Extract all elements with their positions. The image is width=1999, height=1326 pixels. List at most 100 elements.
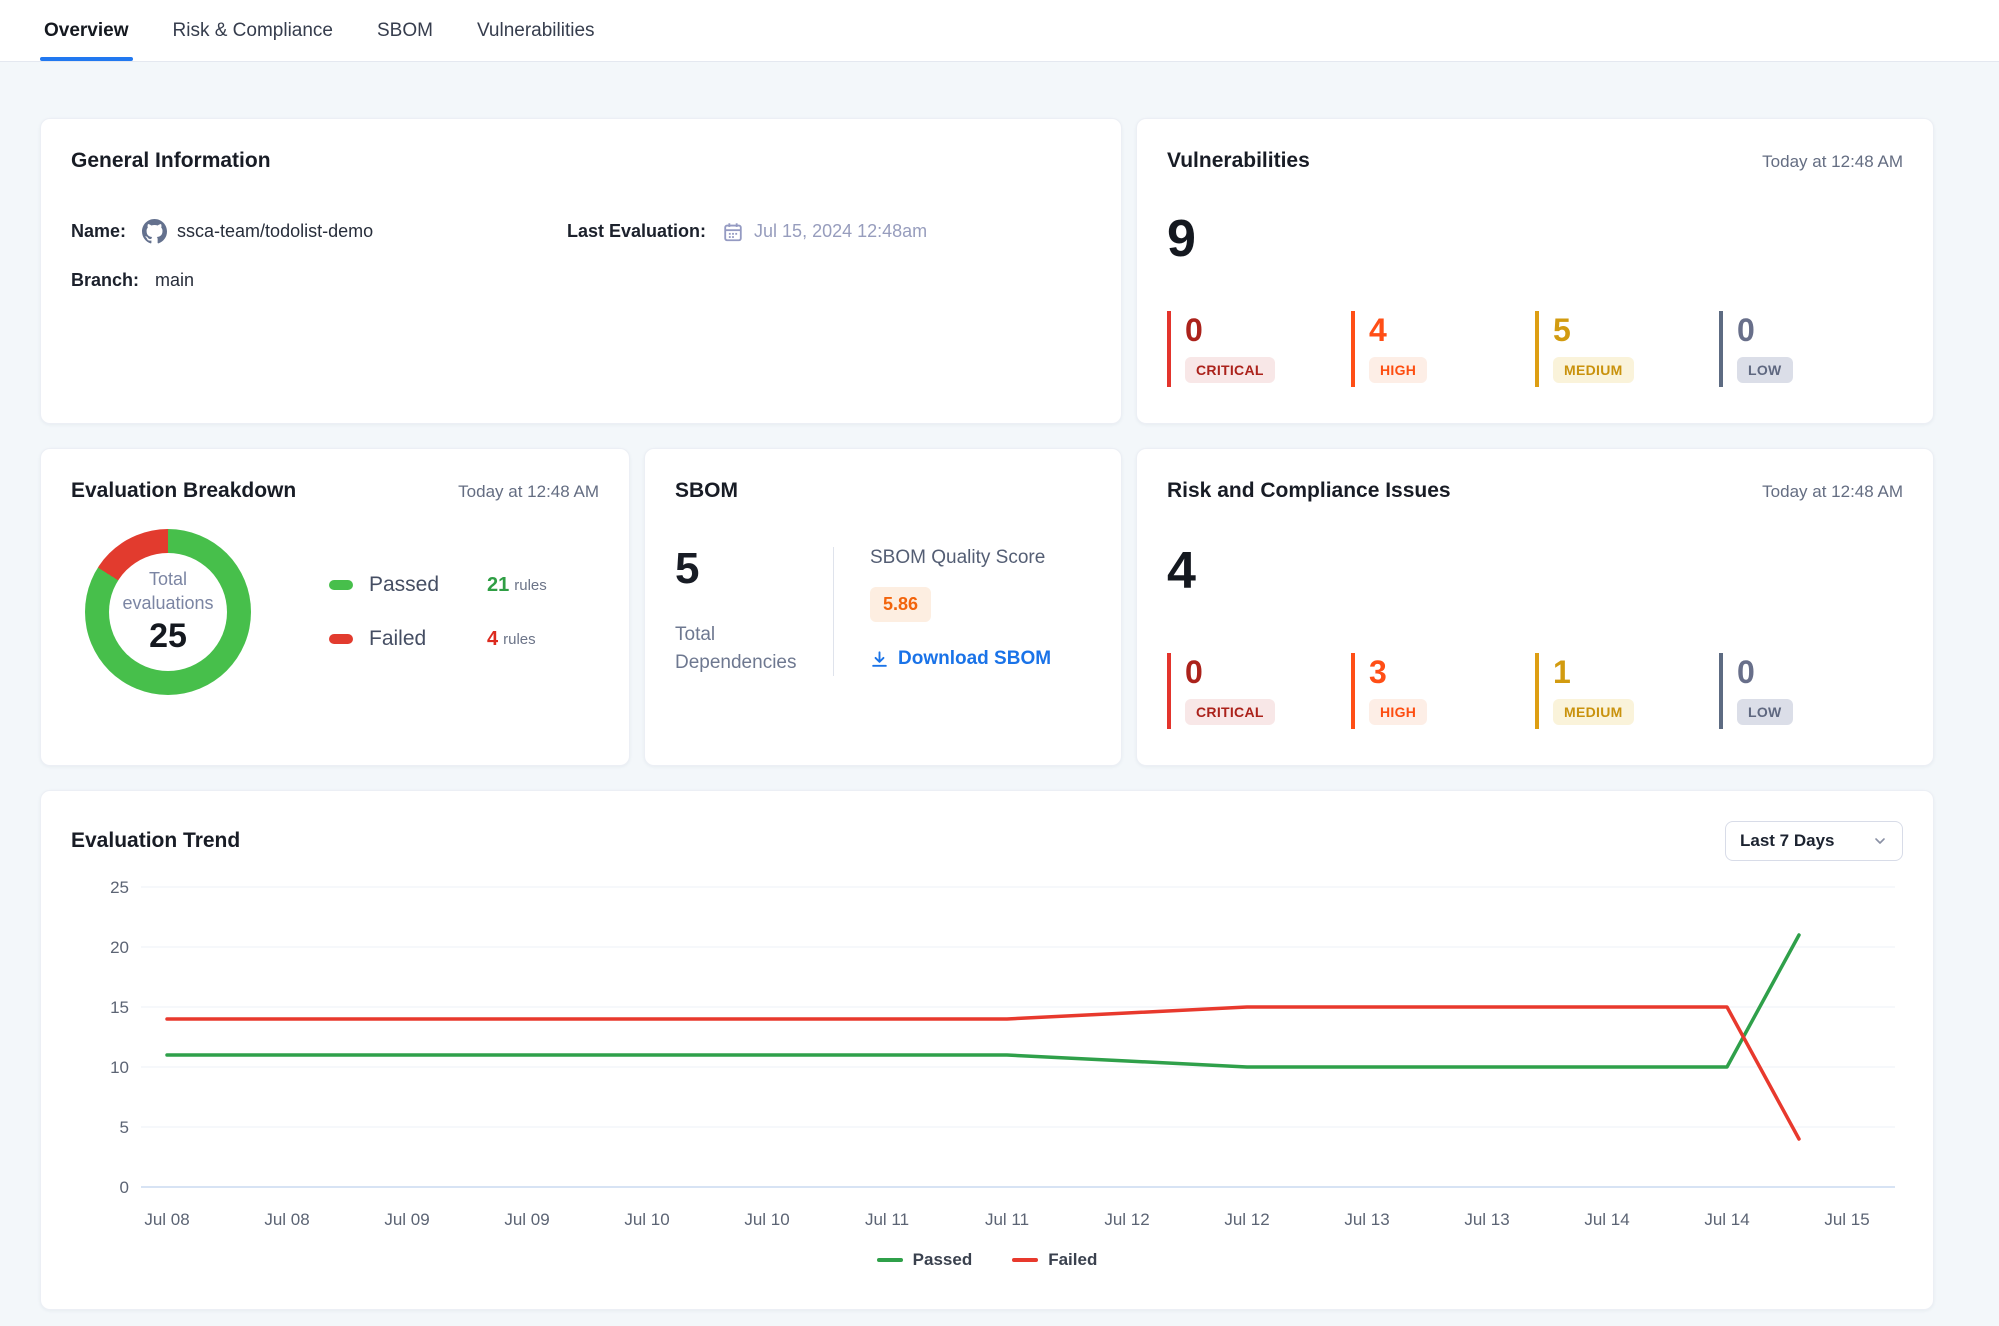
sbom-card: SBOM 5 Total Dependencies SBOM Quality S… [644,448,1122,766]
y-axis-label: 20 [110,938,129,957]
severity-item-low: 0 LOW [1719,653,1903,729]
evaluation-breakdown-header: Evaluation Breakdown Today at 12:48 AM [71,479,599,503]
severity-badge: LOW [1737,699,1793,725]
x-axis-label: Jul 11 [985,1210,1029,1229]
x-axis-label: Jul 12 [1104,1210,1149,1229]
evaluation-trend-header: Evaluation Trend Last 7 Days [71,821,1903,861]
tab-risk-compliance[interactable]: Risk & Compliance [173,0,334,61]
sbom-quality-score-label: SBOM Quality Score [870,547,1051,569]
passed-legend-swatch [877,1258,903,1262]
risk-compliance-header: Risk and Compliance Issues Today at 12:4… [1167,479,1903,503]
name-and-eval-row: Name: ssca-team/todolist-demo Last Evalu… [71,219,1091,244]
severity-count: 1 [1553,655,1719,690]
risk-compliance-title: Risk and Compliance Issues [1167,479,1451,503]
evaluation-breakdown-timestamp: Today at 12:48 AM [458,482,599,502]
passed-swatch [329,580,353,590]
donut-center-value: 25 [149,617,187,656]
severity-badge: MEDIUM [1553,357,1634,383]
severity-count: 0 [1737,313,1903,348]
tab-bar: Overview Risk & Compliance SBOM Vulnerab… [0,0,1999,62]
download-sbom-link[interactable]: Download SBOM [870,648,1051,670]
x-axis-label: Jul 14 [1584,1210,1629,1229]
calendar-icon [722,221,744,243]
tab-overview[interactable]: Overview [44,0,129,61]
x-axis-label: Jul 08 [144,1210,189,1229]
total-label-line2: Dependencies [675,649,833,677]
failed-legend-swatch [1012,1258,1038,1262]
passed-line [167,935,1799,1067]
failed-legend-label: Failed [1048,1250,1097,1270]
severity-count: 3 [1369,655,1535,690]
severity-count: 0 [1737,655,1903,690]
failed-value: 4 [487,628,498,651]
x-axis-label: Jul 13 [1344,1210,1389,1229]
x-axis-label: Jul 10 [744,1210,789,1229]
evaluation-breakdown-card: Evaluation Breakdown Today at 12:48 AM T… [40,448,630,766]
x-axis-label: Jul 08 [264,1210,309,1229]
severity-item-critical: 0CRITICAL [1167,311,1351,387]
tab-vulnerabilities[interactable]: Vulnerabilities [477,0,595,61]
evaluation-breakdown-title: Evaluation Breakdown [71,479,296,503]
row-1: General Information Name: ssca-team/todo… [40,118,1959,424]
general-information-title: General Information [71,149,1091,173]
passed-value: 21 [487,574,509,597]
evaluation-trend-chart: 0510152025Jul 08Jul 08Jul 09Jul 09Jul 10… [71,871,1903,1244]
severity-badge: HIGH [1369,699,1427,725]
time-range-value: Last 7 Days [1740,831,1835,851]
sbom-body: 5 Total Dependencies SBOM Quality Score … [675,547,1091,676]
donut-center-line2: evaluations [122,592,213,615]
x-axis-label: Jul 15 [1824,1210,1869,1229]
vertical-divider [833,547,834,676]
passed-unit: rules [514,577,547,594]
x-axis-label: Jul 12 [1224,1210,1269,1229]
donut-center-label: Total evaluations 25 [85,529,251,695]
total-dependencies-value: 5 [675,547,833,591]
branch-value: main [155,270,194,291]
y-axis-label: 0 [120,1178,129,1197]
legend-row-failed: Failed 4 rules [329,627,547,651]
severity-count: 4 [1369,313,1535,348]
last-evaluation-label: Last Evaluation: [567,221,706,242]
severity-badge: CRITICAL [1185,699,1275,725]
sbom-dependencies-block: 5 Total Dependencies [675,547,833,676]
x-axis-label: Jul 09 [384,1210,429,1229]
severity-item-high: 3 HIGH [1351,653,1535,729]
general-information-card: General Information Name: ssca-team/todo… [40,118,1122,424]
y-axis-label: 10 [110,1058,129,1077]
risk-compliance-total: 4 [1167,545,1903,597]
severity-count: 5 [1553,313,1719,348]
failed-unit: rules [503,631,536,648]
name-field: Name: ssca-team/todolist-demo [71,219,567,244]
x-axis-label: Jul 14 [1704,1210,1749,1229]
severity-item-critical: 0CRITICAL [1167,653,1351,729]
failed-swatch [329,634,353,644]
github-icon [142,219,167,244]
tab-sbom[interactable]: SBOM [377,0,433,61]
severity-item-medium: 5 MEDIUM [1535,311,1719,387]
time-range-selector[interactable]: Last 7 Days [1725,821,1903,861]
sbom-quality-score-badge: 5.86 [870,587,931,622]
donut-center-line1: Total [149,568,187,591]
chevron-down-icon [1872,833,1888,849]
severity-item-medium: 1MEDIUM [1535,653,1719,729]
severity-item-low: 0LOW [1719,311,1903,387]
page-content: General Information Name: ssca-team/todo… [0,62,1999,1310]
evaluation-trend-legend: PassedFailed [71,1250,1903,1270]
total-label-line1: Total [675,621,833,649]
x-axis-label: Jul 11 [865,1210,909,1229]
risk-compliance-timestamp: Today at 12:48 AM [1762,482,1903,502]
vulnerabilities-card: Vulnerabilities Today at 12:48 AM 9 0CRI… [1136,118,1934,424]
x-axis-label: Jul 09 [504,1210,549,1229]
vulnerabilities-total: 9 [1167,213,1903,265]
y-axis-label: 25 [110,878,129,897]
row-3: Evaluation Trend Last 7 Days 0510152025J… [40,790,1959,1310]
evaluation-trend-card: Evaluation Trend Last 7 Days 0510152025J… [40,790,1934,1310]
last-evaluation-value: Jul 15, 2024 12:48am [754,221,927,242]
branch-row: Branch: main [71,270,1091,291]
legend-item-failed: Failed [1012,1250,1097,1270]
repo-name-value: ssca-team/todolist-demo [177,221,373,242]
vulnerabilities-timestamp: Today at 12:48 AM [1762,152,1903,172]
risk-compliance-severity-row: 0CRITICAL 3 HIGH 1MEDIUM 0 LOW [1167,653,1903,729]
evaluation-trend-title: Evaluation Trend [71,829,240,853]
vulnerabilities-card-header: Vulnerabilities Today at 12:48 AM [1167,149,1903,173]
